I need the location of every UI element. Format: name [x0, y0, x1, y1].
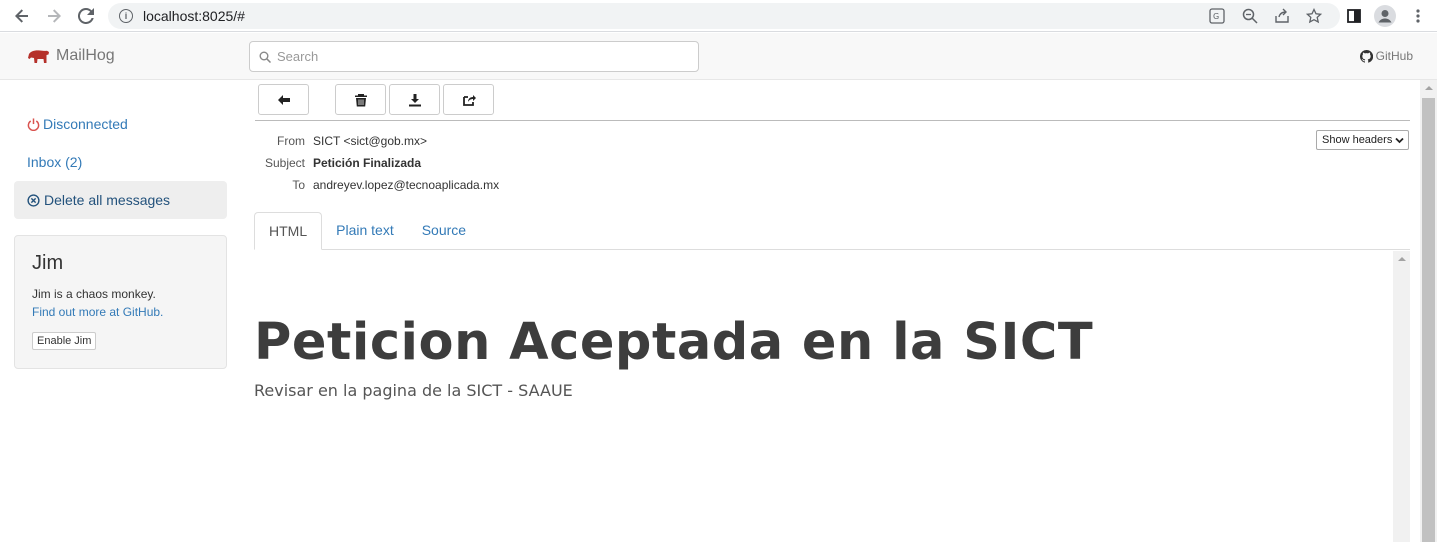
show-headers-select[interactable]: Show headers [1316, 130, 1409, 150]
translate-icon[interactable]: G [1206, 5, 1228, 27]
body-text: Revisar en la pagina de la SICT - SAAUE [254, 381, 573, 400]
github-icon [1359, 49, 1373, 63]
share-icon[interactable] [1271, 5, 1293, 27]
show-headers-label: Show headers [1322, 134, 1393, 146]
brand-name: MailHog [56, 47, 115, 64]
download-message-button[interactable] [389, 84, 440, 115]
svg-text:G: G [1213, 12, 1219, 21]
from-label: From [277, 134, 305, 148]
back-icon [277, 94, 290, 105]
bookmark-star-icon[interactable] [1303, 5, 1325, 27]
address-bar[interactable]: i localhost:8025/# [108, 3, 1340, 29]
sidebar-item-label: Inbox (2) [27, 154, 83, 170]
toolbar-divider [255, 120, 1410, 121]
subject-row: Subject Petición Finalizada [255, 152, 499, 174]
profile-icon[interactable] [1374, 5, 1396, 27]
url-text: localhost:8025/# [143, 8, 245, 24]
from-row: From SICT <sict@gob.mx> [255, 130, 499, 152]
delete-all-messages-button[interactable]: Delete all messages [14, 181, 227, 219]
view-tabs: HTML Plain text Source [254, 212, 1410, 250]
github-link[interactable]: GitHub [1359, 49, 1413, 63]
to-label: To [292, 178, 305, 192]
message-body-frame: Peticion Aceptada en la SICT Revisar en … [254, 251, 1410, 542]
jim-github-link[interactable]: Find out more at GitHub. [32, 305, 163, 319]
reload-icon[interactable] [74, 4, 98, 28]
trash-icon [354, 93, 367, 106]
brand-link[interactable]: MailHog [28, 47, 115, 65]
release-message-button[interactable] [443, 84, 494, 115]
to-value: andreyev.lopez@tecnoaplicada.mx [313, 178, 500, 192]
back-arrow-icon[interactable] [10, 4, 34, 28]
mailhog-logo-icon [28, 50, 49, 63]
search-icon [259, 51, 271, 63]
delete-message-button[interactable] [335, 84, 386, 115]
delete-all-label: Delete all messages [44, 192, 171, 208]
back-button[interactable] [258, 84, 309, 115]
zoom-icon[interactable] [1239, 5, 1261, 27]
sidebar: Disconnected Inbox (2) Delete all messag… [14, 105, 227, 369]
search-input[interactable] [277, 49, 677, 64]
tab-plain-text[interactable]: Plain text [322, 212, 408, 250]
browser-toolbar: i localhost:8025/# G [0, 0, 1437, 32]
jim-title: Jim [32, 252, 64, 274]
from-value: SICT <sict@gob.mx> [313, 134, 427, 148]
tab-source[interactable]: Source [408, 212, 480, 250]
page-scrollbar[interactable] [1420, 80, 1437, 542]
tab-html[interactable]: HTML [254, 212, 323, 250]
sidebar-item-inbox[interactable]: Inbox (2) [14, 143, 227, 181]
jim-description: Jim is a chaos monkey. [32, 287, 156, 301]
menu-dots-icon[interactable] [1407, 5, 1429, 27]
message-headers: From SICT <sict@gob.mx> Subject Petición… [255, 130, 499, 196]
jim-panel: Jim Jim is a chaos monkey. Find out more… [14, 235, 227, 369]
enable-jim-button[interactable]: Enable Jim [32, 332, 97, 350]
connection-status-label: Disconnected [43, 116, 128, 132]
message-toolbar [258, 84, 497, 115]
share-alt-icon [462, 94, 476, 106]
github-label: GitHub [1375, 49, 1413, 63]
connection-status[interactable]: Disconnected [14, 105, 227, 143]
to-row: To andreyev.lopez@tecnoaplicada.mx [255, 174, 499, 196]
frame-scrollbar[interactable] [1393, 251, 1410, 542]
scroll-up-arrow-icon[interactable] [1398, 257, 1406, 261]
sidebar-icon[interactable] [1343, 5, 1365, 27]
forward-arrow-icon[interactable] [42, 4, 66, 28]
site-info-icon[interactable]: i [119, 9, 133, 23]
app-header: MailHog GitHub [0, 33, 1437, 80]
power-icon [27, 117, 40, 131]
page-scrollbar-thumb[interactable] [1422, 98, 1435, 542]
download-icon [408, 93, 421, 106]
subject-label: Subject [264, 156, 305, 170]
body-heading: Peticion Aceptada en la SICT [254, 313, 1094, 372]
page-scroll-up-arrow-icon[interactable] [1425, 86, 1433, 90]
chevron-down-icon [1395, 137, 1404, 143]
remove-circle-icon [27, 193, 40, 207]
search-box[interactable] [249, 41, 699, 72]
subject-value: Petición Finalizada [313, 156, 422, 170]
